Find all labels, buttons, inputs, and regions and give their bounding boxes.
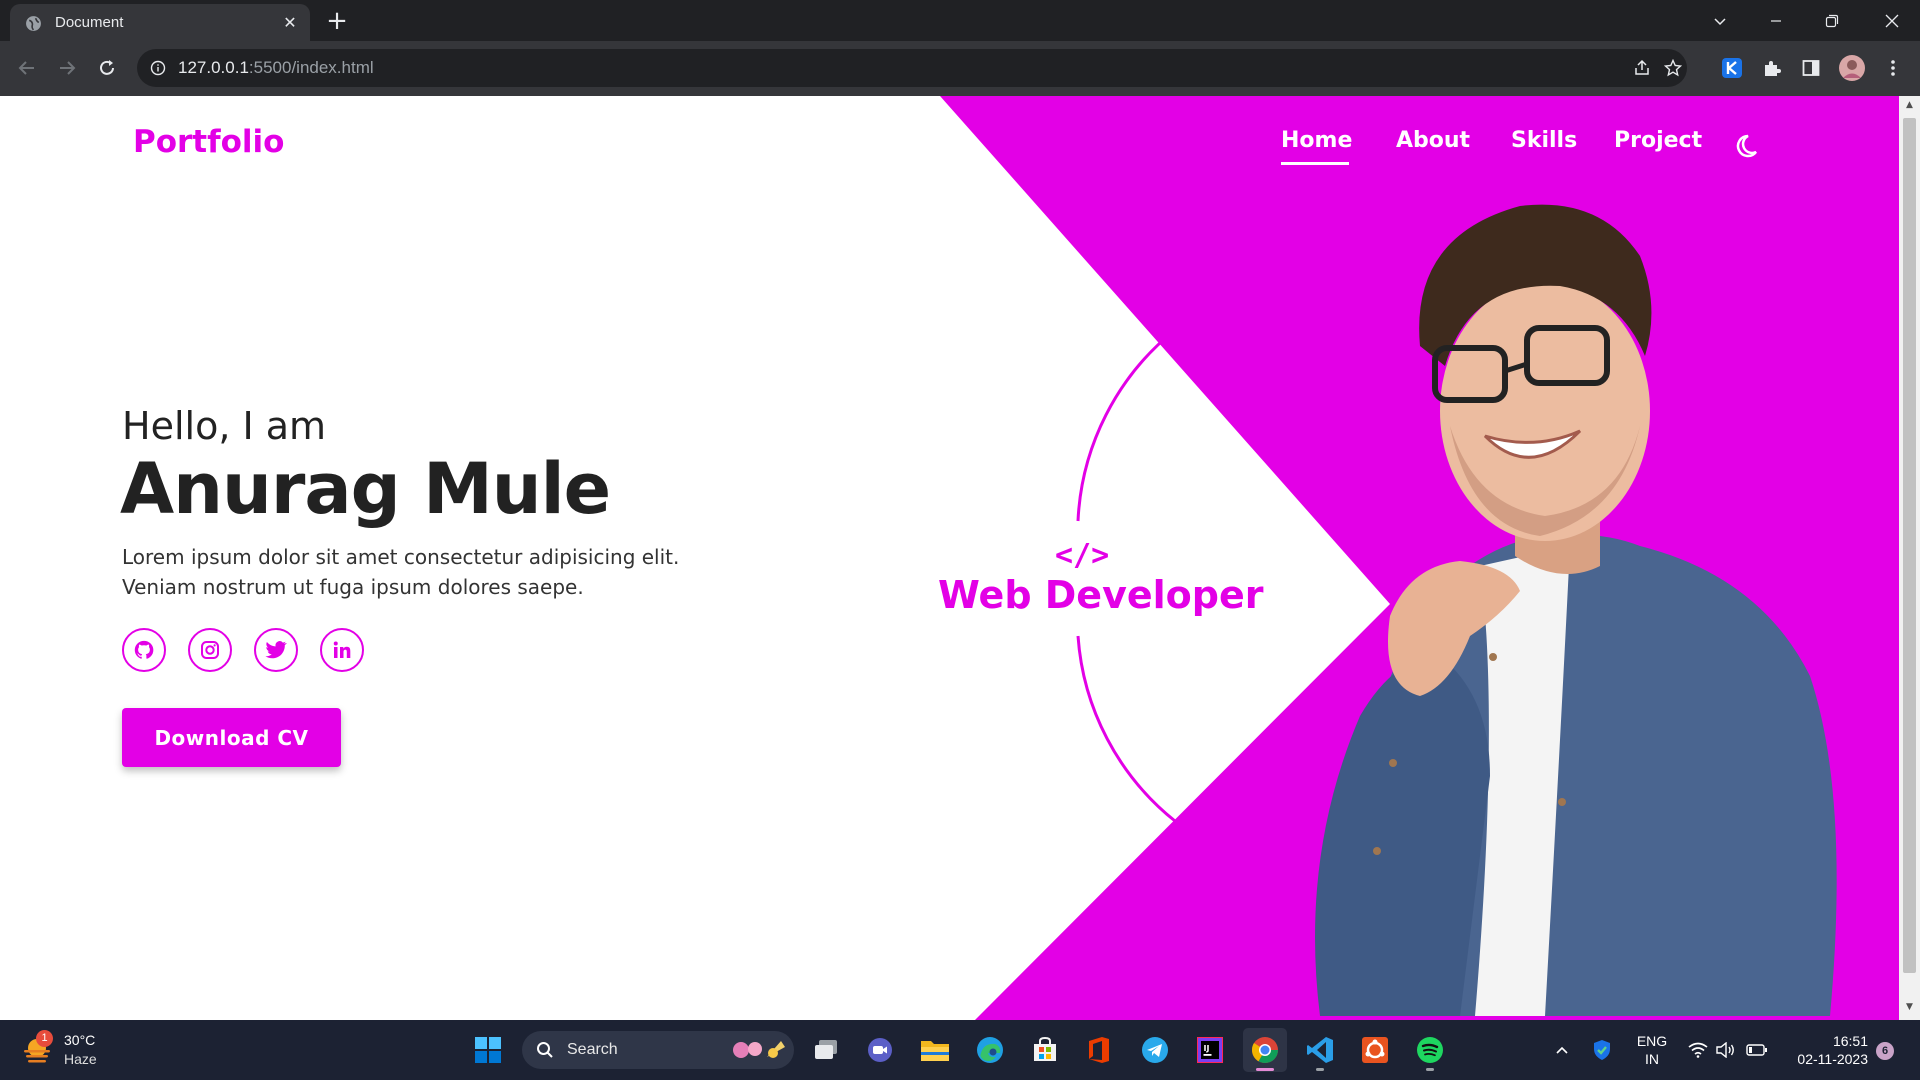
back-arrow-icon[interactable] [12,53,42,83]
office-button[interactable] [1077,1028,1121,1072]
volume-icon[interactable] [1714,1020,1738,1080]
intellij-icon: IJ [1197,1037,1223,1063]
hero-greeting: Hello, I am [122,404,327,448]
nav-about[interactable]: About [1396,128,1470,153]
microsoft-store-button[interactable] [1023,1028,1067,1072]
hero-name: Anurag Mule [120,448,611,530]
language-code: ENG [1636,1033,1668,1049]
close-window-button[interactable] [1864,0,1920,41]
search-highlight-icon [733,1041,785,1058]
tab-search-chevron-icon[interactable] [1692,0,1748,41]
role-title: Web Developer [938,573,1264,617]
teams-chat-button[interactable] [858,1028,902,1072]
site-logo[interactable]: Portfolio [133,124,284,160]
weather-temperature: 30°C [64,1032,96,1048]
github-icon[interactable] [122,628,166,672]
wifi-icon[interactable] [1686,1020,1710,1080]
security-shield-icon[interactable] [1590,1020,1614,1080]
scrollbar-thumb[interactable] [1903,118,1916,973]
download-cv-button[interactable]: Download CV [122,708,341,767]
extensions-puzzle-icon[interactable] [1760,56,1784,80]
social-links [122,628,364,672]
twitter-icon[interactable] [254,628,298,672]
spotify-icon [1417,1037,1443,1063]
telegram-icon [1142,1037,1168,1063]
globe-icon [26,16,41,31]
hero-description: Lorem ipsum dolor sit amet consectetur a… [122,545,680,599]
active-app-indicator [1256,1068,1274,1071]
region-code: IN [1645,1051,1659,1067]
task-view-icon [815,1040,837,1059]
k-extension-icon[interactable] [1720,56,1744,80]
battery-icon[interactable] [1744,1020,1770,1080]
edge-button[interactable] [968,1028,1012,1072]
tab-title: Document [55,14,124,31]
side-panel-icon[interactable] [1799,56,1823,80]
share-icon[interactable] [1630,56,1654,80]
search-icon [537,1042,553,1058]
new-tab-button[interactable]: + [323,8,351,36]
vscode-icon [1307,1037,1333,1063]
browser-tab-strip: Document ✕ + [0,0,1920,41]
browser-tab[interactable]: Document ✕ [10,4,310,41]
chrome-icon [1251,1037,1279,1064]
url-text: 127.0.0.1:5500/index.html [178,58,374,77]
notification-badge[interactable]: 6 [1876,1042,1894,1060]
minimize-button[interactable] [1748,0,1804,41]
windows-logo-icon [475,1037,501,1063]
start-button[interactable] [466,1028,510,1072]
running-app-indicator [1316,1068,1324,1071]
spotify-button[interactable] [1408,1028,1452,1072]
office-icon [1089,1037,1109,1063]
hidden-icons-chevron-icon[interactable] [1550,1020,1574,1080]
address-bar[interactable]: 127.0.0.1:5500/index.html [137,49,1687,87]
folder-icon [921,1041,949,1061]
scroll-down-arrow-icon[interactable]: ▼ [1904,1002,1915,1013]
ubuntu-button[interactable] [1353,1028,1397,1072]
reload-icon[interactable] [92,53,122,83]
running-app-indicator [1426,1068,1434,1071]
clock-time: 16:51 [1832,1033,1868,1049]
taskbar-search[interactable]: Search [522,1031,794,1069]
clock-date: 02-11-2023 [1797,1051,1868,1067]
chrome-menu-icon[interactable] [1881,56,1905,80]
nav-project[interactable]: Project [1614,128,1702,153]
instagram-icon[interactable] [188,628,232,672]
input-language[interactable]: ENG IN [1630,1032,1674,1068]
system-clock[interactable]: 16:51 02-11-2023 [1780,1032,1868,1068]
bookmark-star-icon[interactable] [1661,56,1685,80]
weather-badge: 1 [36,1030,53,1047]
linkedin-icon[interactable] [320,628,364,672]
close-tab-icon[interactable]: ✕ [280,13,300,33]
file-explorer-button[interactable] [913,1028,957,1072]
weather-condition: Haze [64,1051,97,1067]
page-viewport: Portfolio Home About Skills Project Hell… [0,96,1899,1020]
profile-avatar[interactable] [1838,54,1866,82]
weather-widget[interactable]: 1 30°C Haze [22,1030,102,1070]
nav-active-underline [1281,162,1349,165]
nav-skills[interactable]: Skills [1511,128,1577,153]
moon-icon[interactable] [1736,132,1764,160]
chrome-button[interactable] [1243,1028,1287,1072]
info-icon[interactable] [150,60,166,76]
forward-arrow-icon[interactable] [52,53,82,83]
search-label: Search [567,1041,618,1058]
task-view-button[interactable] [804,1028,848,1072]
browser-toolbar: 127.0.0.1:5500/index.html [0,41,1920,96]
telegram-button[interactable] [1133,1028,1177,1072]
page-scrollbar[interactable]: ▲ ▼ [1899,96,1920,1020]
windows-taskbar: 1 30°C Haze Search IJ ENG IN 16:51 02-11… [0,1020,1920,1080]
ubuntu-icon [1362,1037,1388,1063]
restore-button[interactable] [1804,0,1860,41]
vscode-button[interactable] [1298,1028,1342,1072]
store-bag-icon [1034,1037,1056,1061]
edge-browser-icon [977,1037,1003,1063]
code-icon: </> [1055,538,1110,573]
teams-chat-icon [868,1038,892,1062]
scroll-up-arrow-icon[interactable]: ▲ [1904,100,1915,111]
nav-home[interactable]: Home [1281,128,1352,153]
svg-text:IJ: IJ [1204,1044,1210,1053]
intellij-button[interactable]: IJ [1188,1028,1232,1072]
